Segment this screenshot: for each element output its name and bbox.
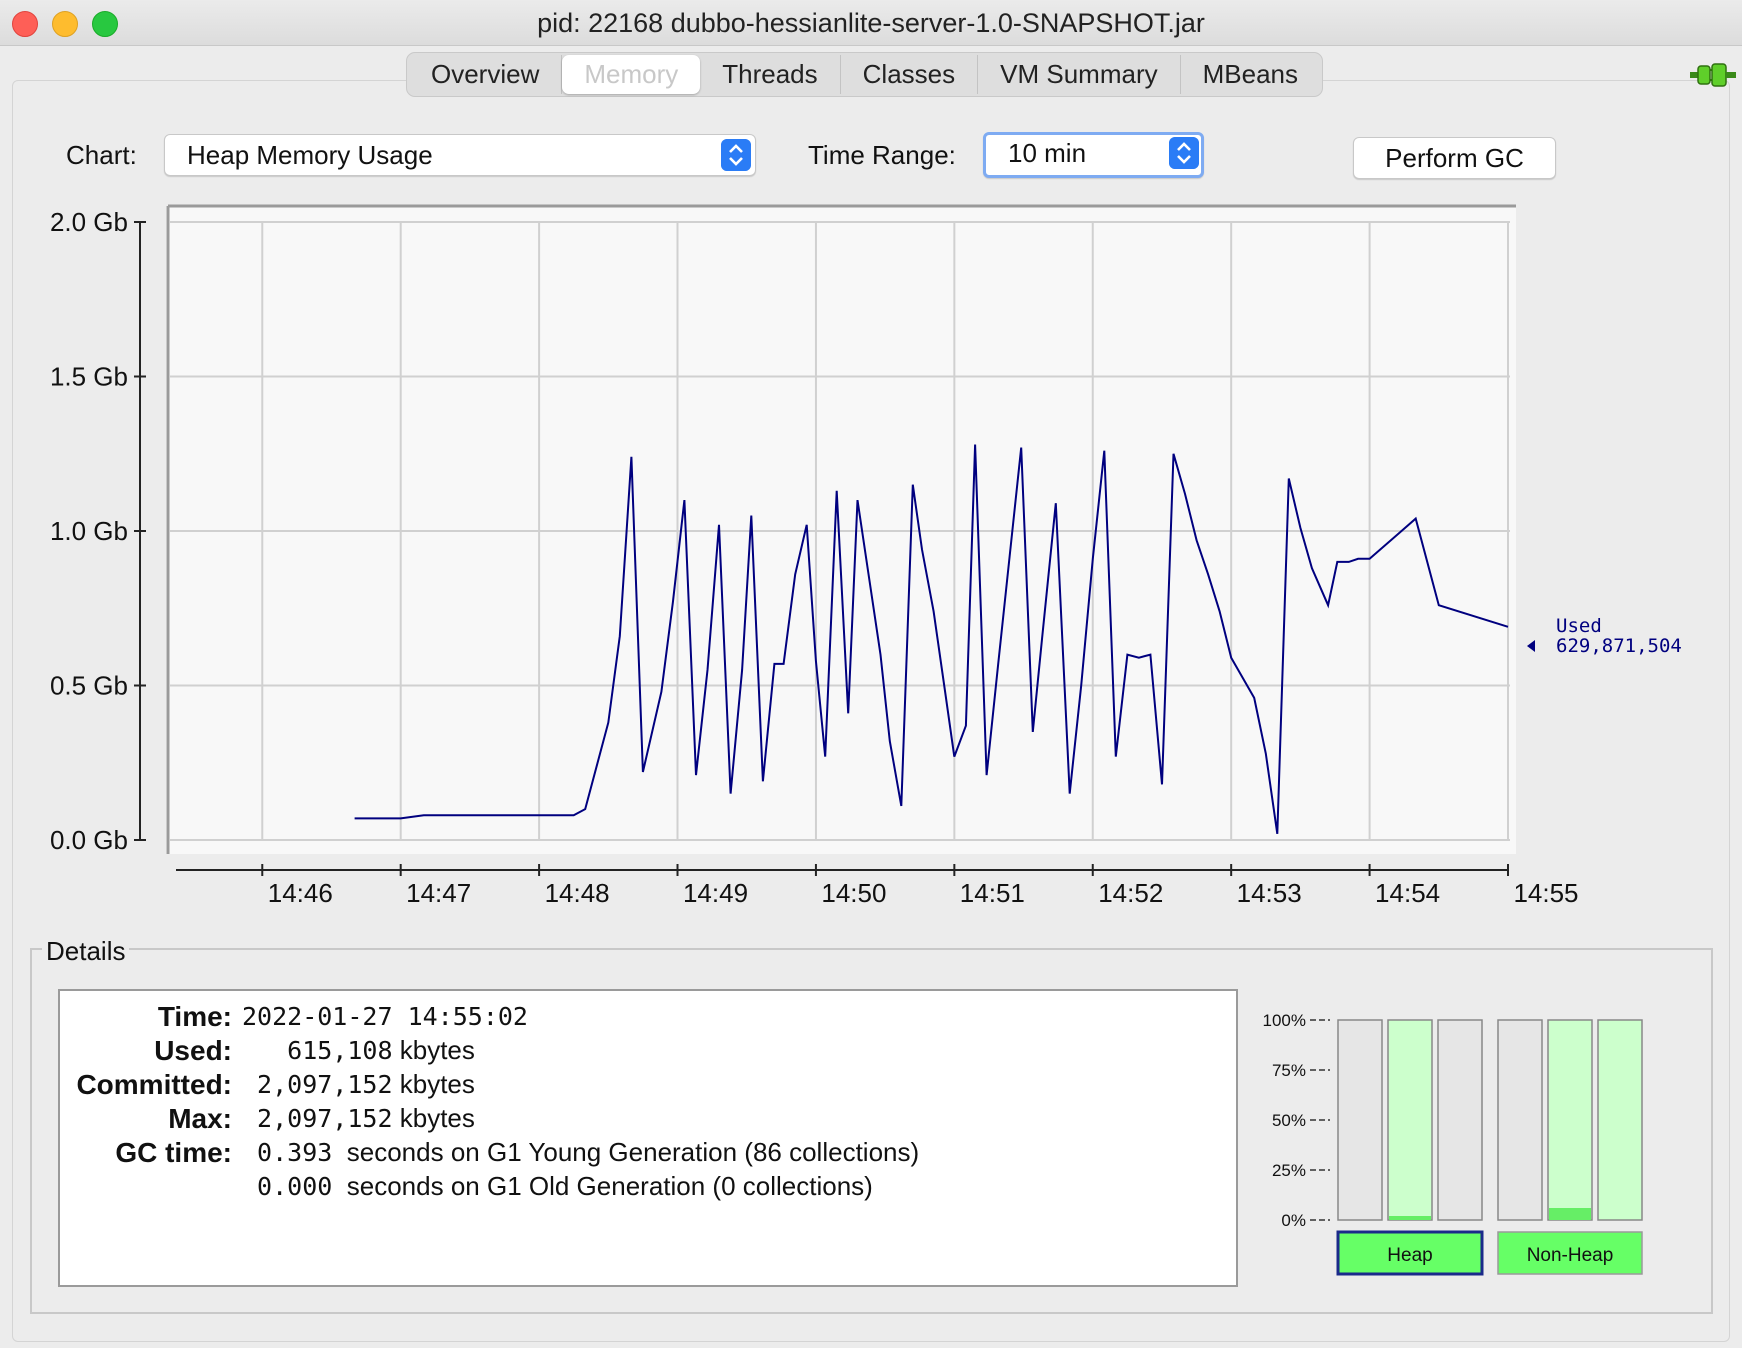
y-tick-label: 2.0 Gb (50, 207, 128, 237)
heap-bar-used (1389, 1216, 1431, 1220)
scale-label: 75% (1272, 1061, 1306, 1080)
non-heap-bar-used (1549, 1208, 1591, 1220)
non-heap-button-label: Non-Heap (1527, 1245, 1614, 1266)
x-tick-label: 14:54 (1375, 878, 1440, 908)
scale-label: 25% (1272, 1161, 1306, 1180)
y-tick-label: 0.0 Gb (50, 825, 128, 855)
x-tick-label: 14:51 (960, 878, 1025, 908)
heap-bar[interactable] (1387, 1019, 1433, 1221)
details-text-area: Time: 2022-01-27 14:55:02 Used: 615,108 … (58, 989, 1238, 1287)
scale-label: 50% (1272, 1111, 1306, 1130)
x-tick-label: 14:53 (1237, 878, 1302, 908)
y-tick-label: 0.5 Gb (50, 671, 128, 701)
heap-button-label: Heap (1387, 1245, 1432, 1266)
scale-label: 100% (1263, 1011, 1306, 1030)
memory-pool-bars: 100% 75% 50% 25% 0% Heap Non-Heap (1263, 1011, 1643, 1276)
heap-bar[interactable] (1437, 1019, 1483, 1221)
x-tick-label: 14:50 (821, 878, 886, 908)
heap-bar[interactable] (1337, 1019, 1383, 1221)
x-tick-label: 14:49 (683, 878, 748, 908)
used-pointer-icon (1527, 640, 1535, 652)
heap-memory-chart: 2.0 Gb 1.5 Gb 1.0 Gb 0.5 Gb 0.0 Gb 14:46 14:47… (50, 204, 1682, 908)
y-tick-label: 1.5 Gb (50, 362, 128, 392)
x-tick-label: 14:46 (268, 878, 333, 908)
x-tick-label: 14:55 (1513, 878, 1578, 908)
non-heap-bar[interactable] (1597, 1019, 1643, 1221)
x-tick-label: 14:48 (545, 878, 610, 908)
scale-label: 0% (1281, 1211, 1306, 1230)
used-annotation-label: Used (1556, 615, 1602, 637)
x-tick-label: 14:47 (406, 878, 471, 908)
y-tick-label: 1.0 Gb (50, 516, 128, 546)
used-annotation-value: 629,871,504 (1556, 635, 1682, 657)
details-legend: Details (42, 936, 130, 967)
non-heap-bar[interactable] (1497, 1019, 1543, 1221)
non-heap-bar[interactable] (1547, 1019, 1593, 1221)
x-tick-label: 14:52 (1098, 878, 1163, 908)
